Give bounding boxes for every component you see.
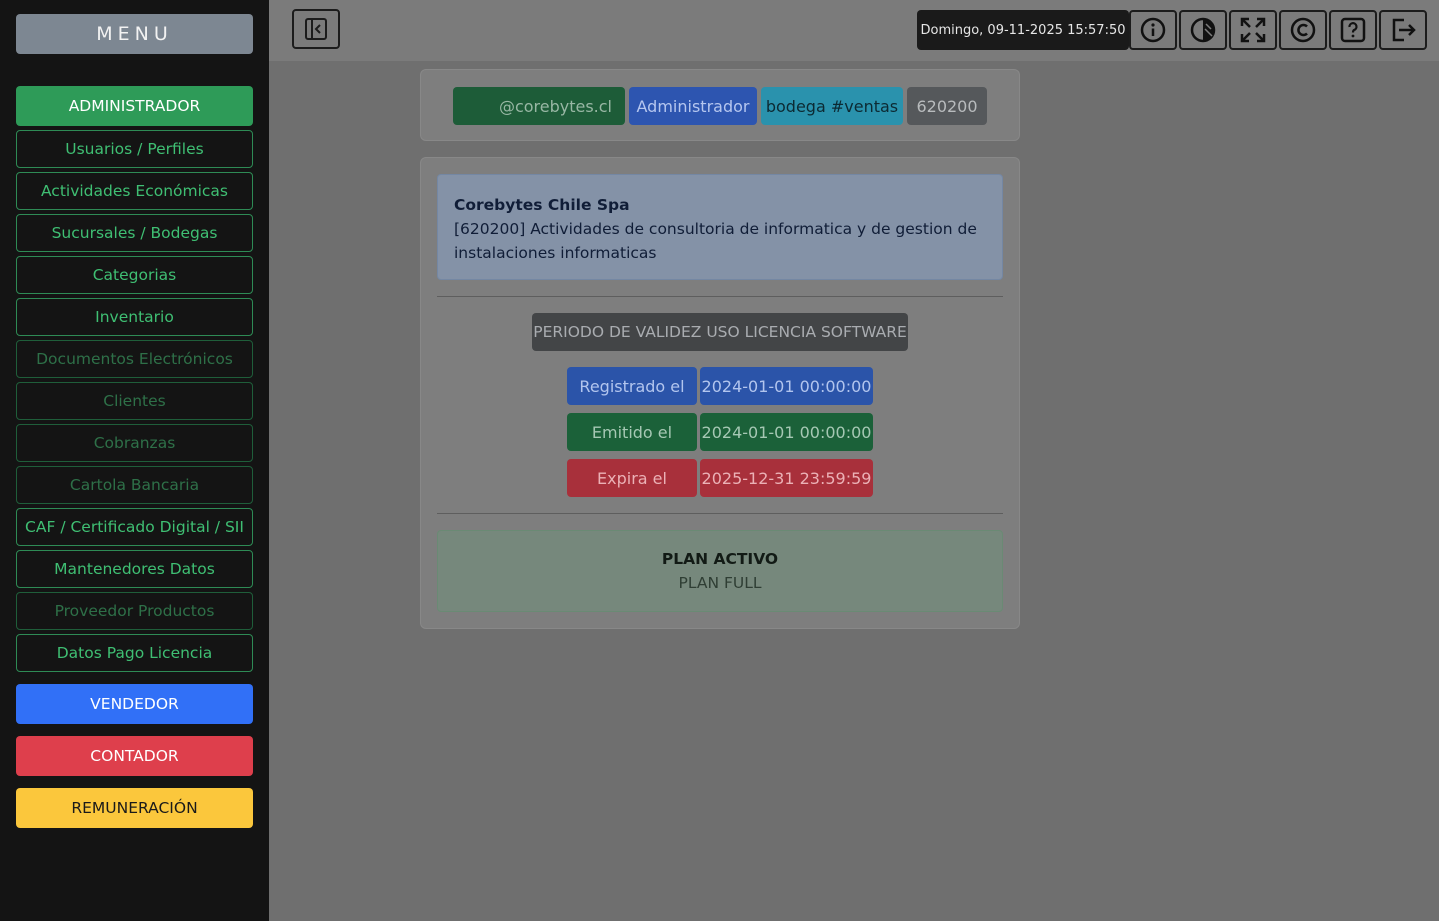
license-period-title: PERIODO DE VALIDEZ USO LICENCIA SOFTWARE: [532, 313, 908, 351]
administrador-button[interactable]: ADMINISTRADOR: [16, 86, 253, 126]
menu-title[interactable]: MENU: [16, 14, 253, 54]
sidebar-item-usuarios[interactable]: Usuarios / Perfiles: [16, 130, 253, 168]
registered-label: Registrado el: [567, 367, 697, 405]
issued-label: Emitido el: [567, 413, 697, 451]
issued-value: 2024-01-01 00:00:00: [700, 413, 873, 451]
sidebar-item-caf[interactable]: CAF / Certificado Digital / SII: [16, 508, 253, 546]
company-name: Corebytes Chile Spa: [454, 196, 630, 214]
sidebar-item-mantenedores[interactable]: Mantenedores Datos: [16, 550, 253, 588]
logout-button[interactable]: [1379, 10, 1427, 50]
copyright-icon: [1290, 17, 1316, 43]
vendedor-button[interactable]: VENDEDOR: [16, 684, 253, 724]
top-bar: Domingo, 09-11-2025 15:57:50: [269, 0, 1439, 61]
user-card: @corebytes.cl Administrador bodega #vent…: [421, 70, 1019, 140]
license-card: Corebytes Chile Spa [620200] Actividades…: [421, 158, 1019, 628]
copyright-button[interactable]: [1279, 10, 1327, 50]
remuneracion-button[interactable]: REMUNERACIÓN: [16, 788, 253, 828]
theme-toggle-button[interactable]: [1179, 10, 1227, 50]
sidebar: MENU ADMINISTRADOR Usuarios / Perfiles A…: [0, 0, 269, 921]
datetime-display: Domingo, 09-11-2025 15:57:50: [917, 10, 1129, 50]
expires-value: 2025-12-31 23:59:59: [700, 459, 873, 497]
sidebar-item-inventario[interactable]: Inventario: [16, 298, 253, 336]
contador-button[interactable]: CONTADOR: [16, 736, 253, 776]
plan-title: PLAN ACTIVO: [661, 550, 779, 568]
registered-value: 2024-01-01 00:00:00: [700, 367, 873, 405]
sidebar-item-categorias[interactable]: Categorias: [16, 256, 253, 294]
fullscreen-button[interactable]: [1229, 10, 1277, 50]
logout-icon: [1392, 18, 1416, 42]
sidebar-toggle-button[interactable]: [292, 9, 340, 49]
sidebar-item-cartola[interactable]: Cartola Bancaria: [16, 466, 253, 504]
expires-label: Expira el: [567, 459, 697, 497]
activity-code-badge: 620200: [907, 87, 987, 125]
plan-value: PLAN FULL: [678, 574, 762, 592]
user-bodega-badge: bodega #ventas: [761, 87, 903, 125]
theme-icon: [1190, 17, 1216, 43]
company-info: Corebytes Chile Spa [620200] Actividades…: [437, 174, 1003, 280]
divider: [437, 513, 1003, 514]
info-icon: [1140, 17, 1166, 43]
help-icon: [1340, 17, 1366, 43]
company-activity: [620200] Actividades de consultoria de i…: [454, 220, 977, 262]
info-button[interactable]: [1129, 10, 1177, 50]
sidebar-item-documentos[interactable]: Documentos Electrónicos: [16, 340, 253, 378]
sidebar-item-clientes[interactable]: Clientes: [16, 382, 253, 420]
collapse-sidebar-icon: [305, 18, 327, 40]
sidebar-item-pago-licencia[interactable]: Datos Pago Licencia: [16, 634, 253, 672]
user-email-badge: @corebytes.cl: [453, 87, 625, 125]
divider: [437, 296, 1003, 297]
user-role-badge: Administrador: [629, 87, 757, 125]
sidebar-item-actividades[interactable]: Actividades Económicas: [16, 172, 253, 210]
help-button[interactable]: [1329, 10, 1377, 50]
sidebar-item-sucursales[interactable]: Sucursales / Bodegas: [16, 214, 253, 252]
sidebar-item-proveedor[interactable]: Proveedor Productos: [16, 592, 253, 630]
plan-info: PLAN ACTIVO PLAN FULL: [437, 530, 1003, 612]
sidebar-item-cobranzas[interactable]: Cobranzas: [16, 424, 253, 462]
fullscreen-icon: [1240, 17, 1266, 43]
